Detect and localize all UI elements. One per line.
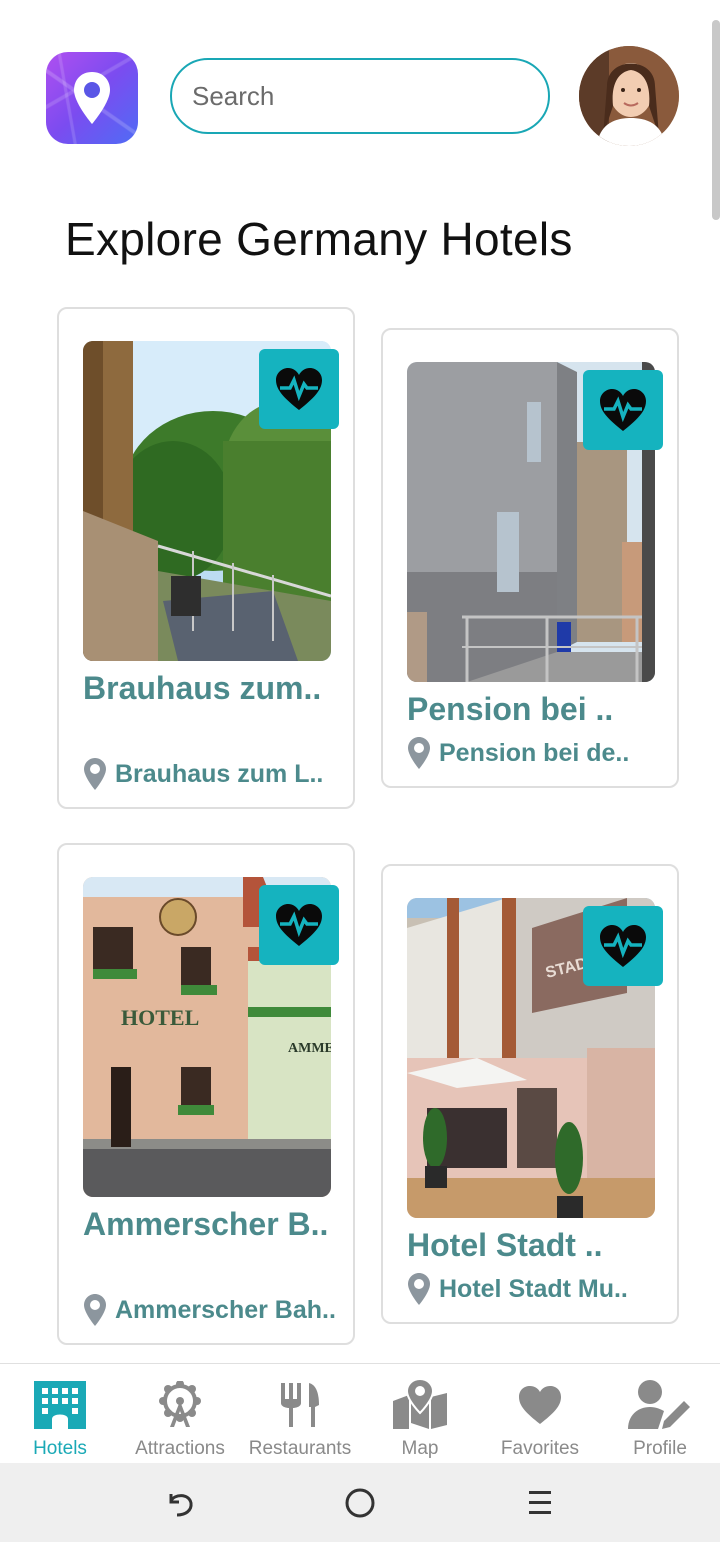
hotel-icon [34, 1381, 86, 1429]
user-avatar-photo [579, 46, 679, 146]
favorite-button[interactable] [259, 349, 339, 429]
nav-label: Favorites [500, 1438, 580, 1459]
hotel-location: Hotel Stadt Mu.. [407, 1272, 628, 1306]
avatar[interactable] [579, 46, 679, 146]
nav-label: Attractions [135, 1438, 225, 1459]
hotel-name: Pension bei .. [407, 691, 614, 727]
nav-item-restaurants[interactable]: Restaurants [240, 1364, 360, 1464]
favorite-button[interactable] [583, 370, 663, 450]
app-logo[interactable] [46, 52, 138, 144]
fork-knife-icon [281, 1383, 319, 1427]
map-pin-icon [74, 72, 110, 124]
favorite-button[interactable] [259, 885, 339, 965]
heart-pulse-icon [600, 925, 646, 967]
ammer-sign-text: AMMER [288, 1041, 331, 1056]
hotel-location-label: Ammerscher Bah.. [115, 1295, 336, 1324]
page-title: Explore Germany Hotels [65, 213, 573, 265]
scrollbar[interactable] [712, 20, 720, 220]
hotel-card[interactable]: STADTMU Hotel Stadt .. Hotel Stadt Mu.. [381, 864, 679, 1324]
bottom-navigation: Hotels Attractions Restaurants Map Favor… [0, 1363, 720, 1464]
favorite-button[interactable] [583, 906, 663, 986]
recents-icon [529, 1491, 551, 1514]
heart-pulse-icon [276, 368, 322, 410]
search-input[interactable] [170, 58, 550, 134]
location-pin-icon [84, 1294, 106, 1326]
hotel-location: Pension bei de.. [407, 736, 629, 770]
hotel-location: Ammerscher Bah.. [83, 1293, 336, 1327]
hotel-location-label: Brauhaus zum L.. [115, 759, 324, 788]
nav-label: Restaurants [248, 1438, 352, 1459]
hotel-card[interactable]: HOTEL AMMER Ammerscher B.. Ammerscher Ba… [57, 843, 355, 1345]
hotel-location-label: Hotel Stadt Mu.. [439, 1274, 628, 1303]
nav-item-profile[interactable]: Profile [600, 1364, 720, 1464]
location-pin-icon [84, 758, 106, 790]
nav-item-map[interactable]: Map [360, 1364, 480, 1464]
nav-label: Map [401, 1438, 439, 1459]
nav-label: Profile [633, 1438, 687, 1459]
system-navigation-bar [0, 1463, 720, 1542]
back-button[interactable] [150, 1483, 210, 1523]
hotel-name: Brauhaus zum.. [83, 670, 322, 706]
location-pin-icon [408, 1273, 430, 1305]
hotel-name: Hotel Stadt .. [407, 1227, 603, 1263]
nav-item-hotels[interactable]: Hotels [0, 1364, 120, 1464]
nav-item-attractions[interactable]: Attractions [120, 1364, 240, 1464]
hotel-location: Brauhaus zum L.. [83, 757, 323, 791]
map-icon [393, 1379, 447, 1429]
recents-button[interactable] [510, 1483, 570, 1523]
nav-item-favorites[interactable]: Favorites [480, 1364, 600, 1464]
user-edit-icon [628, 1380, 690, 1429]
home-circle-icon [345, 1488, 375, 1518]
hotel-name: Ammerscher B.. [83, 1206, 329, 1242]
nav-label: Hotels [33, 1438, 87, 1459]
heart-pulse-icon [276, 904, 322, 946]
hotel-sign-text: HOTEL [121, 1005, 199, 1030]
hotel-card[interactable]: Pension bei .. Pension bei de.. [381, 328, 679, 788]
heart-pulse-icon [600, 389, 646, 431]
home-button[interactable] [330, 1483, 390, 1523]
hotel-card[interactable]: Brauhaus zum.. Brauhaus zum L.. [57, 307, 355, 809]
hotel-location-label: Pension bei de.. [439, 738, 630, 767]
location-pin-icon [408, 737, 430, 769]
back-icon [169, 1494, 193, 1517]
heart-icon [519, 1386, 561, 1424]
ferris-wheel-icon [159, 1381, 201, 1427]
